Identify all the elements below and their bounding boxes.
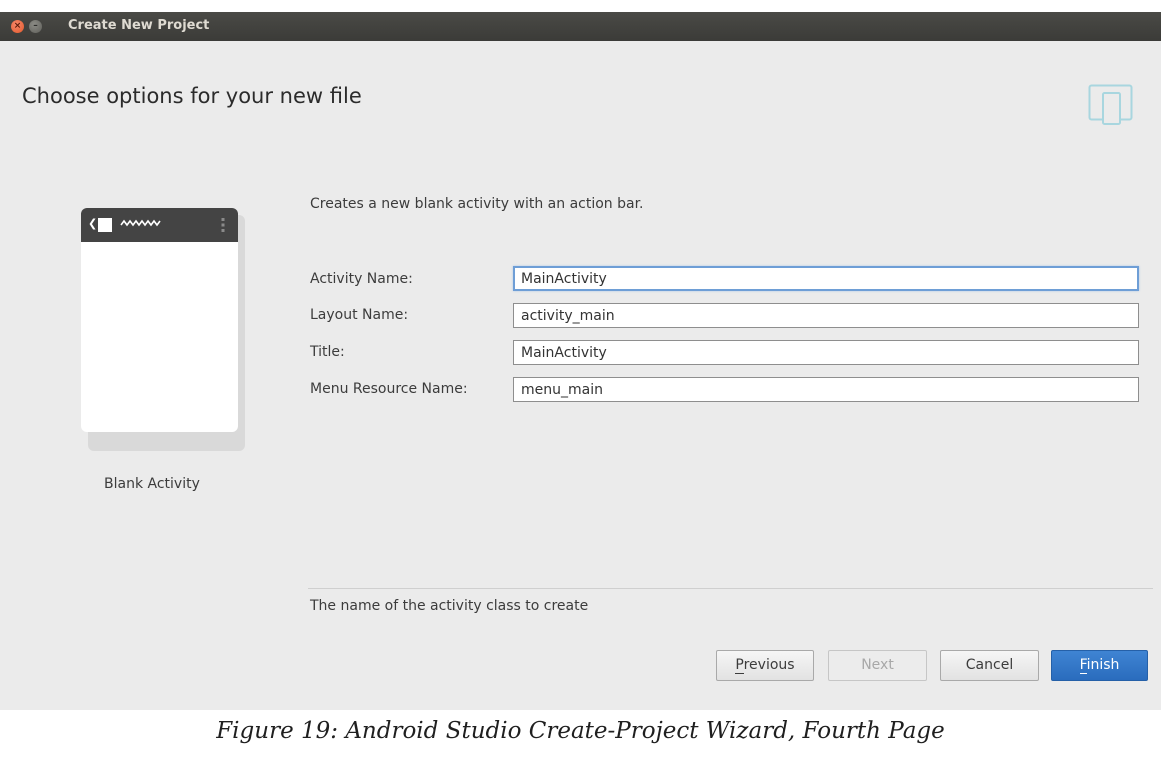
- next-button[interactable]: Next: [828, 650, 927, 681]
- back-chevron-icon: ❮: [88, 217, 98, 230]
- layout-name-field[interactable]: [513, 303, 1139, 328]
- title-label: Title:: [310, 344, 345, 360]
- finish-label-rest: inish: [1086, 657, 1120, 673]
- close-icon[interactable]: ×: [11, 20, 24, 33]
- previous-button[interactable]: Previous: [716, 650, 814, 681]
- activity-name-label: Activity Name:: [310, 271, 413, 287]
- finish-mnemonic: F: [1079, 657, 1087, 674]
- title-squiggle-icon: [120, 219, 161, 227]
- field-help-text: The name of the activity class to create: [310, 598, 589, 614]
- template-label: Blank Activity: [104, 476, 200, 492]
- cancel-button[interactable]: Cancel: [940, 650, 1039, 681]
- menu-resource-name-field[interactable]: [513, 377, 1139, 402]
- page-heading: Choose options for your new file: [22, 84, 362, 108]
- finish-button[interactable]: Finish: [1051, 650, 1148, 681]
- template-preview: ❮: [81, 208, 238, 432]
- tablet-phone-icon: [1088, 84, 1133, 125]
- create-project-dialog: × – Create New Project Choose options fo…: [0, 12, 1161, 710]
- window-title: Create New Project: [68, 18, 210, 33]
- layout-name-label: Layout Name:: [310, 307, 409, 323]
- title-field[interactable]: [513, 340, 1139, 365]
- template-description: Creates a new blank activity with an act…: [310, 196, 644, 212]
- activity-name-field[interactable]: [513, 266, 1139, 291]
- title-bar: × – Create New Project: [0, 12, 1161, 41]
- previous-mnemonic: P: [735, 657, 744, 674]
- app-icon: [98, 218, 112, 232]
- divider: [308, 588, 1153, 589]
- menu-resource-name-label: Menu Resource Name:: [310, 381, 468, 397]
- previous-label-rest: revious: [743, 657, 795, 673]
- minimize-icon[interactable]: –: [29, 20, 42, 33]
- figure-caption: Figure 19: Android Studio Create-Project…: [216, 718, 945, 744]
- overflow-menu-icon: [221, 218, 225, 232]
- preview-action-bar: ❮: [81, 208, 238, 242]
